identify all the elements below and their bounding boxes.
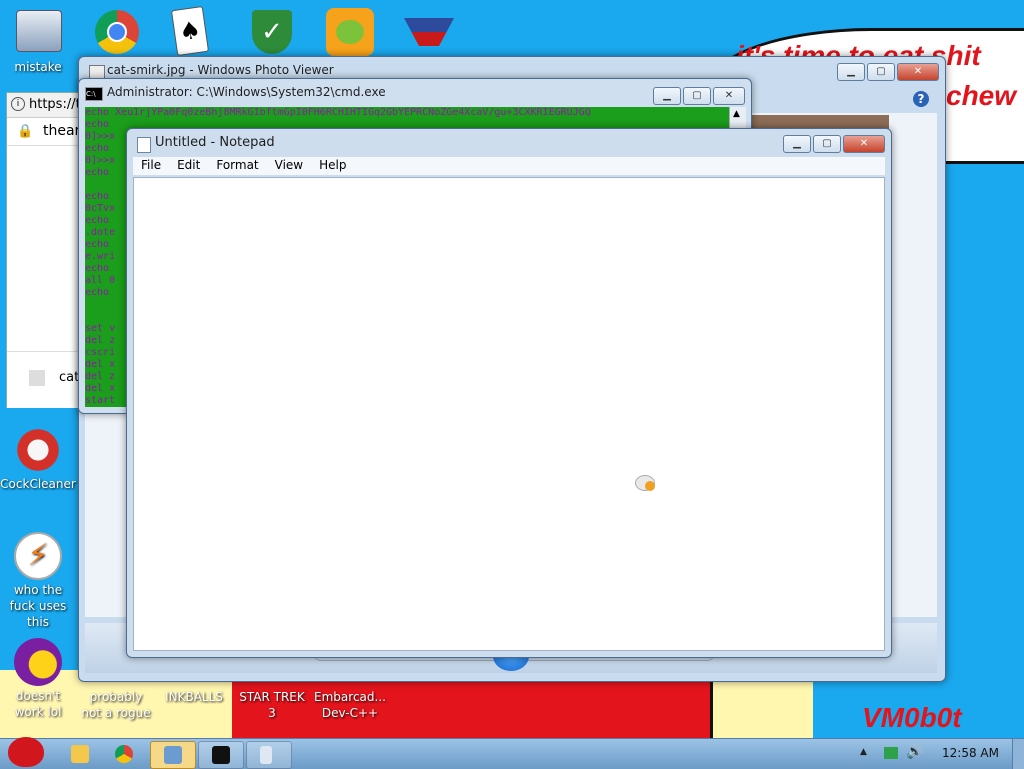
desktop-icon-inkballs[interactable]: INKBALLS [156,689,232,705]
menu-item-format[interactable]: Format [208,157,266,175]
ccleaner-icon [14,426,62,474]
photo-viewer-icon [164,746,182,764]
lock-icon: 🔒 [17,124,34,139]
start-button[interactable] [4,731,48,769]
desktop-icon-dev-cpp[interactable]: Embarcad... Dev-C++ [312,689,388,721]
desktop-icon-star-trek[interactable]: STAR TREK 3 [234,689,310,721]
browser-tab-text: thear [43,123,81,139]
notepad-caption-buttons: ▁ ▢ ✕ [781,135,885,153]
network-icon[interactable] [884,747,898,759]
desktop-icon-doesnt-work[interactable]: doesn't work lol [0,638,76,720]
maximize-button[interactable]: ▢ [683,87,711,105]
photo-viewer-caption-buttons: ▁ ▢ ✕ [835,63,939,81]
desktop-icon-label: INKBALLS [165,690,223,704]
desktop-icon-label: STAR TREK 3 [239,690,305,720]
desktop-icon-label: Embarcad... Dev-C++ [314,690,386,720]
folder-icon [71,745,89,763]
taskbar-photo-viewer[interactable] [150,741,196,769]
notepad-icon [260,746,272,764]
mistake-icon[interactable] [16,10,62,52]
desktop-icon-cockcleaner[interactable]: CockCleaner [0,426,76,492]
browser-url: https://t [29,97,81,112]
wallpaper-yellow-shape-2 [710,676,813,740]
chrome-icon[interactable] [95,10,139,54]
cmd-caption-buttons: ▁ ▢ ✕ [651,87,745,105]
tray-up-arrow-icon[interactable]: ▲ [860,747,867,757]
photo-thumbnail [747,115,889,129]
notepad-title: Untitled - Notepad [155,135,275,150]
notepad-menu: File Edit Format View Help [133,157,354,175]
desktop-icon-label: probably not a rogue [81,690,151,720]
menu-item-help[interactable]: Help [311,157,354,175]
notepad-text-area[interactable] [133,177,885,651]
notepad-menubar: File Edit Format View Help [133,157,885,175]
photo-viewer-title: cat-smirk.jpg - Windows Photo Viewer [107,63,334,77]
maximize-button[interactable]: ▢ [867,63,895,81]
desktop-icon-who-uses-this[interactable]: ⚡ who the fuck uses this [0,532,76,630]
app-logo-icon[interactable] [404,18,454,46]
taskbar-chrome[interactable] [102,741,146,767]
desktop-icon-label: mistake [14,60,62,74]
yahoo-messenger-icon [14,638,62,686]
help-icon[interactable]: ? [913,91,929,107]
close-button[interactable]: ✕ [897,63,939,81]
maximize-button[interactable]: ▢ [813,135,841,153]
lightning-app-icon: ⚡ [14,532,62,580]
menu-item-file[interactable]: File [133,157,169,175]
cmd-title: Administrator: C:\Windows\System32\cmd.e… [107,85,386,99]
desktop-icon-mistake[interactable]: mistake [0,59,76,75]
desktop-icon-probably-not-a-rogue[interactable]: probably not a rogue [78,689,154,721]
cmd-icon: C:\ [85,87,103,101]
clock[interactable]: 12:58 AM [942,746,999,760]
minimize-button[interactable]: ▁ [837,63,865,81]
desktop-icon-label: doesn't work lol [14,689,62,719]
close-button[interactable]: ✕ [713,87,745,105]
cmd-icon [212,746,230,764]
cmd-top-line: echo Xeu1rjYPa0Fq0zeBhj8MRkG1bftmGpI0FH6… [85,107,591,118]
minimize-button[interactable]: ▁ [783,135,811,153]
wallpaper-signature: VM0b0t [862,702,962,733]
desktop-top-icons: ♠ ✓ [0,4,470,60]
bad-piggies-icon[interactable] [326,8,374,56]
info-icon: i [11,97,25,111]
desktop-icon-label: CockCleaner [0,477,76,491]
security-shield-icon[interactable]: ✓ [252,10,292,54]
angry-bird-icon [8,737,44,767]
close-button[interactable]: ✕ [843,135,885,153]
volume-icon[interactable]: 🔊 [906,744,923,760]
photo-viewer-icon [89,65,105,79]
chrome-icon [115,745,133,763]
taskbar-explorer[interactable] [58,741,102,767]
taskbar-notepad[interactable] [246,741,292,769]
cursor-icon [635,475,655,491]
file-icon [29,370,45,386]
solitaire-icon[interactable]: ♠ [170,5,210,57]
taskbar-cmd[interactable] [198,741,244,769]
taskbar: ▲ 🔊 12:58 AM [0,737,1024,769]
show-desktop-button[interactable] [1012,739,1024,769]
menu-item-edit[interactable]: Edit [169,157,208,175]
desktop-icon-label: who the fuck uses this [9,583,67,629]
menu-item-view[interactable]: View [267,157,311,175]
minimize-button[interactable]: ▁ [653,87,681,105]
scroll-up-arrow-icon[interactable]: ▲ [733,109,740,119]
browser-item-label: cat [59,370,80,385]
notepad-window[interactable]: Untitled - Notepad ▁ ▢ ✕ File Edit Format V… [126,128,892,658]
notepad-icon [137,137,151,153]
